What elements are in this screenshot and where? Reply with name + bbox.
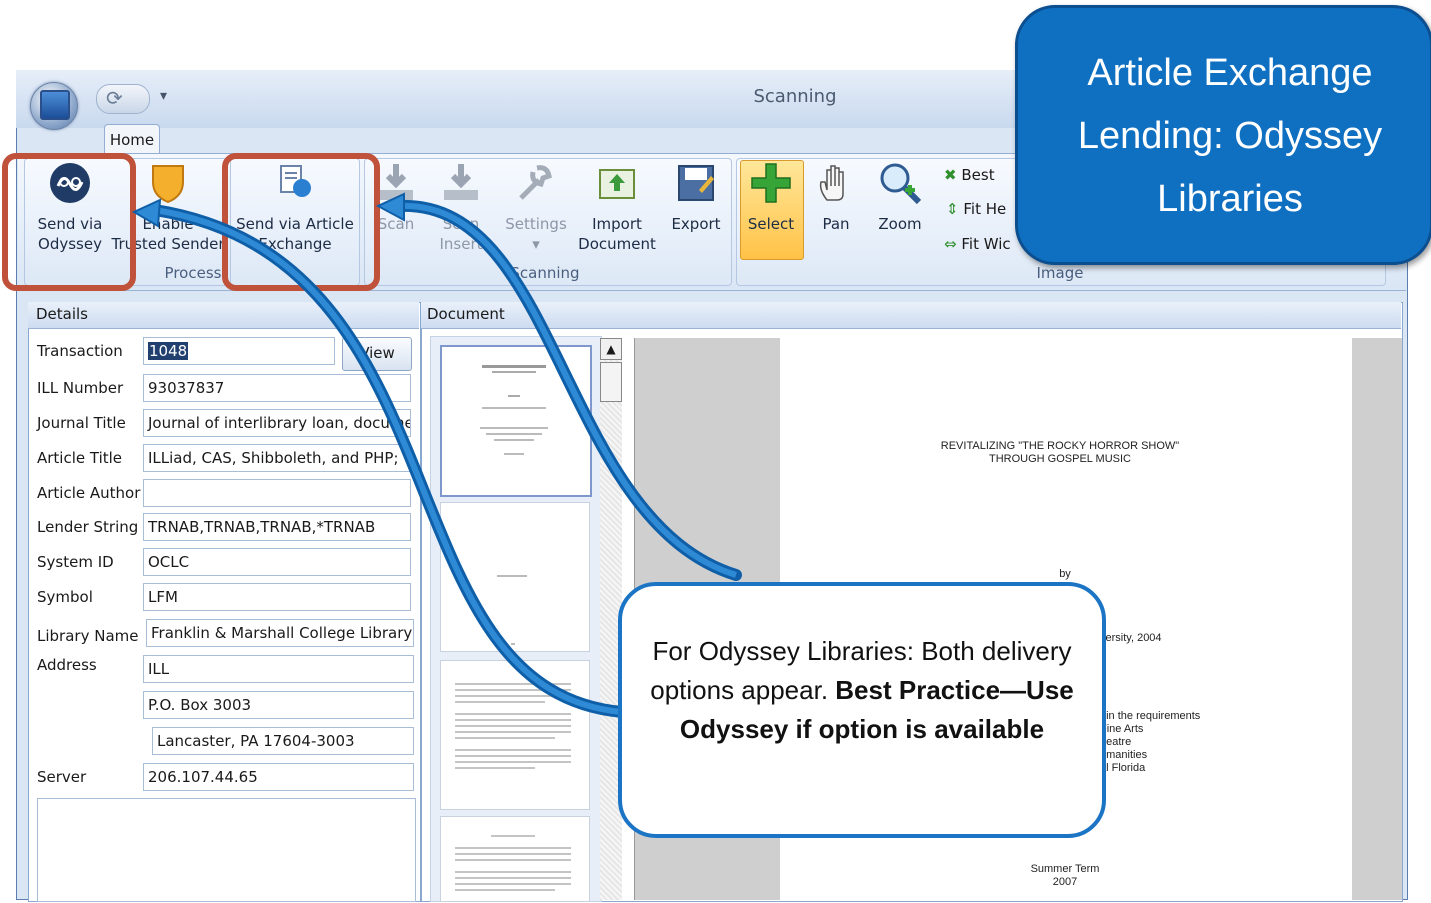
note-callout-text: For Odyssey Libraries: Both delivery opt…: [640, 632, 1084, 749]
banner-line-3: Libraries: [1157, 178, 1303, 220]
banner-line-2: Lending: Odyssey: [1077, 115, 1383, 157]
banner-line-1: Article Exchange: [1087, 52, 1373, 94]
banner-text: Article Exchange Lending: Odyssey Librar…: [1032, 42, 1428, 231]
